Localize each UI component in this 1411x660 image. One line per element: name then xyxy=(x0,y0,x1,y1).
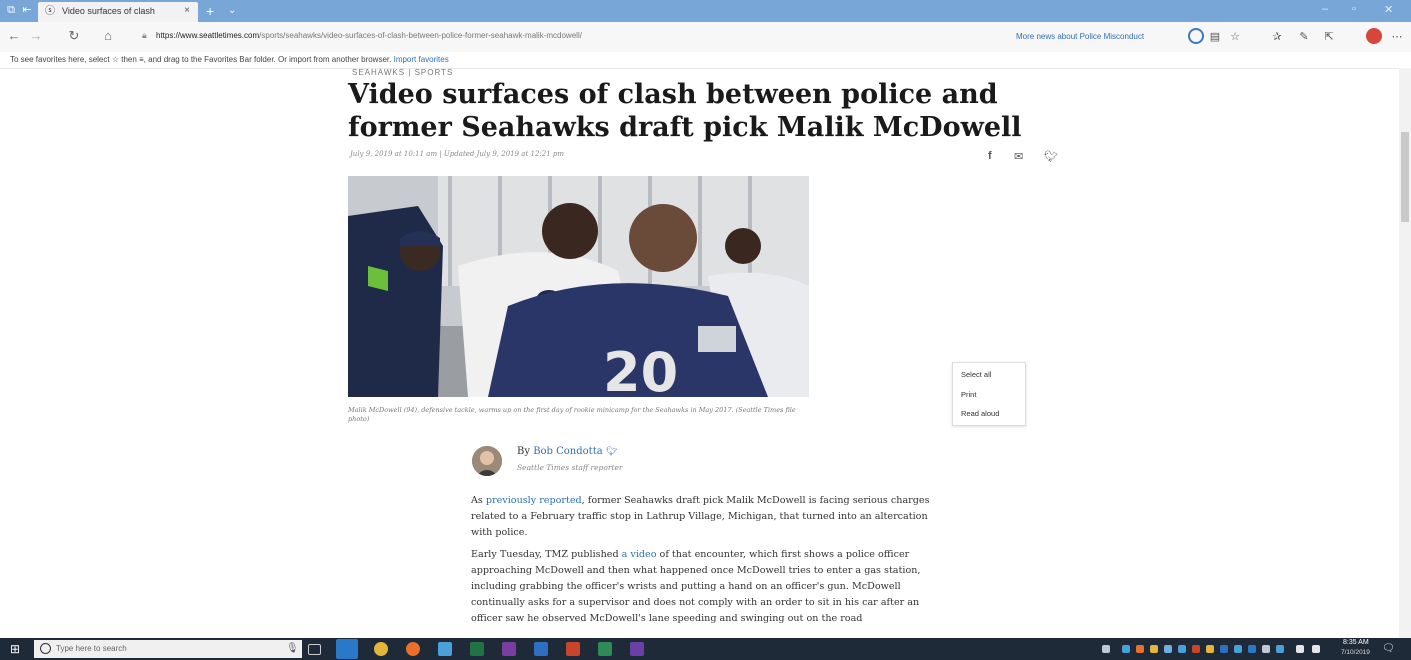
cortana-search-icon xyxy=(40,643,51,654)
tray-chevron-icon[interactable] xyxy=(1102,645,1110,653)
facebook-share-icon[interactable]: f xyxy=(988,150,992,162)
tray-app-icon[interactable] xyxy=(1178,645,1186,653)
chrome-app-icon[interactable] xyxy=(374,642,388,656)
favorites-hint: To see favorites here, select ☆ then ≡, … xyxy=(10,55,449,64)
tab-actions-icon[interactable]: ⧉ xyxy=(4,4,18,17)
tray-app-icon[interactable] xyxy=(1248,645,1256,653)
photos-app-icon[interactable] xyxy=(438,642,452,656)
favorites-hint-text: To see favorites here, select ☆ then ≡, … xyxy=(10,55,392,64)
share-icon[interactable]: ⇱ xyxy=(1322,30,1336,44)
paragraph-2: Early Tuesday, TMZ published a video of … xyxy=(471,547,946,638)
new-tab-icon[interactable]: + xyxy=(206,2,214,20)
close-window-icon[interactable]: ✕ xyxy=(1384,3,1393,16)
paragraph-1: As previously reported, former Seahawks … xyxy=(471,493,946,541)
tray-app-icon[interactable] xyxy=(1206,645,1214,653)
onenote-app-icon[interactable] xyxy=(502,642,516,656)
tray-app-icon[interactable] xyxy=(1276,645,1284,653)
project-app-icon[interactable] xyxy=(598,642,612,656)
microphone-icon[interactable]: 🎙︎ xyxy=(286,643,299,654)
maximize-icon[interactable]: ▫ xyxy=(1352,3,1356,15)
favorites-bar: To see favorites here, select ☆ then ≡, … xyxy=(0,52,1411,69)
taskbar-search-placeholder: Type here to search xyxy=(56,644,127,653)
video-link[interactable]: a video xyxy=(622,549,657,560)
tray-app-icon[interactable] xyxy=(1234,645,1242,653)
site-favicon-icon: ⓢ xyxy=(45,6,55,17)
url-text[interactable]: https://www.seattletimes.com/sports/seah… xyxy=(156,31,582,40)
svg-text:20: 20 xyxy=(603,341,678,397)
author-role: Seattle Times staff reporter xyxy=(517,463,623,472)
profile-avatar-icon[interactable] xyxy=(1366,28,1382,44)
author-avatar[interactable] xyxy=(472,446,502,476)
address-bar: ← → ↻ ⌂ 🔒︎ https://www.seattletimes.com/… xyxy=(0,22,1411,52)
twitter-share-icon[interactable]: 🐦︎ xyxy=(1044,150,1058,163)
edge-app-icon[interactable] xyxy=(336,639,358,659)
taskbar-search-input[interactable]: Type here to search 🎙︎ xyxy=(34,640,302,658)
tray-app-icon[interactable] xyxy=(1192,645,1200,653)
twitter-follow-icon[interactable]: 🐦︎ xyxy=(606,447,617,457)
pen-icon[interactable]: ✎ xyxy=(1297,30,1311,44)
network-icon[interactable] xyxy=(1296,645,1304,653)
firefox-app-icon[interactable] xyxy=(406,642,420,656)
reading-view-icon[interactable]: ▤ xyxy=(1208,30,1222,44)
favorite-star-icon[interactable]: ☆ xyxy=(1228,30,1242,44)
tray-app-icon[interactable] xyxy=(1150,645,1158,653)
tab-list-chevron-icon[interactable]: ⌄ xyxy=(228,2,236,20)
excel-app-icon[interactable] xyxy=(470,642,484,656)
lock-icon: 🔒︎ xyxy=(142,30,147,40)
title-bar: ⧉ ⇤ ⓢ Video surfaces of clash × + ⌄ – ▫ … xyxy=(0,0,1411,22)
url-domain: https://www.seattletimes.com xyxy=(156,31,260,40)
tray-app-icon[interactable] xyxy=(1136,645,1144,653)
byline: By Bob Condotta 🐦︎ xyxy=(517,446,617,457)
outlook-app-icon[interactable] xyxy=(534,642,548,656)
powerpoint-app-icon[interactable] xyxy=(566,642,580,656)
context-menu: Select all Print Read aloud xyxy=(952,362,1026,426)
taskbar: ⊞ Type here to search 🎙︎ 8:35 AM 7/10/20… xyxy=(0,638,1411,660)
task-view-icon[interactable] xyxy=(308,644,321,655)
dateline: July 9, 2019 at 10:11 am | Updated July … xyxy=(350,150,565,158)
email-share-icon[interactable]: ✉ xyxy=(1014,150,1023,163)
tab-video-surfaces[interactable]: ⓢ Video surfaces of clash × xyxy=(38,2,198,22)
context-menu-select-all[interactable]: Select all xyxy=(961,370,991,379)
previously-reported-link[interactable]: previously reported xyxy=(486,495,582,506)
p1-text-start: As xyxy=(471,495,486,506)
tab-close-icon[interactable]: × xyxy=(184,5,190,16)
byline-prefix: By xyxy=(517,446,534,457)
scrollbar-thumb[interactable] xyxy=(1401,132,1409,222)
clock-time[interactable]: 8:35 AM xyxy=(1343,639,1369,646)
photo-caption: Malik McDowell (94), defensive tackle, w… xyxy=(348,406,796,423)
url-path: /sports/seahawks/video-surfaces-of-clash… xyxy=(259,31,582,40)
action-center-icon[interactable]: 🗨︎ xyxy=(1382,643,1395,655)
tray-app-icon[interactable] xyxy=(1262,645,1270,653)
refresh-icon[interactable]: ↻ xyxy=(66,28,82,44)
tray-app-icon[interactable] xyxy=(1122,645,1130,653)
onenote-2-app-icon[interactable] xyxy=(630,642,644,656)
page-title: Video surfaces of clash between police a… xyxy=(348,79,1022,143)
clock-date[interactable]: 7/10/2019 xyxy=(1341,649,1370,656)
tab-title: Video surfaces of clash xyxy=(62,6,155,16)
windows-start-icon[interactable]: ⊞ xyxy=(10,642,20,656)
set-aside-tabs-icon[interactable]: ⇤ xyxy=(20,4,34,17)
section-label[interactable]: SEAHAWKS | SPORTS xyxy=(352,68,453,77)
favorites-hub-icon[interactable]: ✰ xyxy=(1270,30,1284,44)
import-favorites-link[interactable]: Import favorites xyxy=(394,55,449,64)
url-field[interactable]: 🔒︎ https://www.seattletimes.com/sports/s… xyxy=(142,27,1002,47)
article-photo: 94 20 xyxy=(348,176,809,397)
forward-icon[interactable]: → xyxy=(28,28,44,44)
more-menu-icon[interactable]: ⋯ xyxy=(1390,30,1404,44)
author-avatar-illustration xyxy=(472,446,502,476)
cortana-icon[interactable] xyxy=(1188,28,1204,44)
context-menu-print[interactable]: Print xyxy=(961,390,976,399)
minimize-icon[interactable]: – xyxy=(1322,3,1328,15)
p2-text-start: Early Tuesday, TMZ published xyxy=(471,549,622,560)
photo-illustration: 94 20 xyxy=(348,176,809,397)
tray-app-icon[interactable] xyxy=(1164,645,1172,653)
p2-text-end: of that encounter, which first shows a p… xyxy=(471,549,921,624)
home-icon[interactable]: ⌂ xyxy=(100,28,116,44)
context-menu-read-aloud[interactable]: Read aloud xyxy=(961,409,999,418)
volume-icon[interactable] xyxy=(1312,645,1320,653)
tray-app-icon[interactable] xyxy=(1220,645,1228,653)
more-news-link[interactable]: More news about Police Misconduct xyxy=(1016,32,1144,41)
back-icon[interactable]: ← xyxy=(6,28,22,44)
author-link[interactable]: Bob Condotta xyxy=(533,446,602,457)
